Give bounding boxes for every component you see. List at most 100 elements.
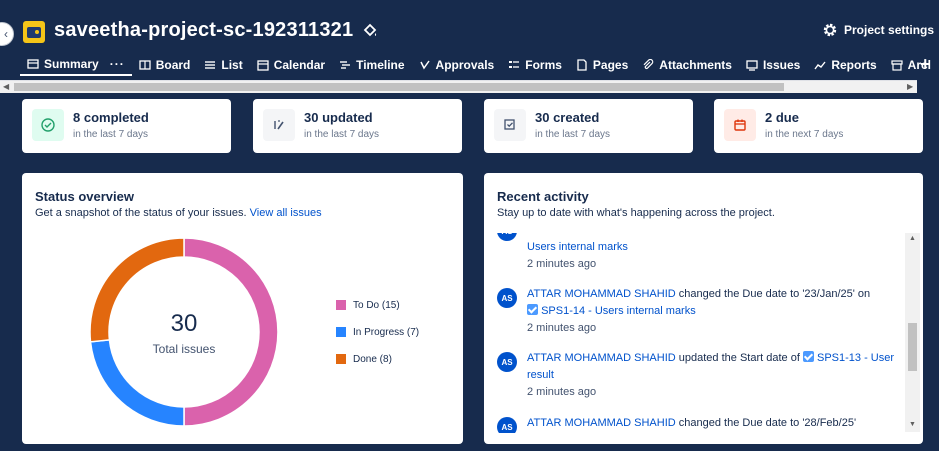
activity-action: changed the Due date to '23/Jan/25' on (678, 288, 871, 300)
scroll-left-arrow-icon[interactable]: ◀ (3, 82, 9, 91)
avatar[interactable]: AS (497, 233, 517, 241)
tab-label: Attachments (659, 58, 732, 72)
tab-approvals[interactable]: Approvals (412, 54, 502, 76)
paint-bucket-icon[interactable] (362, 23, 378, 39)
tab-timeline[interactable]: Timeline (332, 54, 411, 76)
reports-icon (814, 61, 826, 70)
scrollbar-thumb[interactable] (908, 323, 917, 371)
issue-link[interactable]: Users internal marks (527, 239, 897, 256)
total-issues-label: Total issues (152, 342, 216, 356)
scroll-right-arrow-icon[interactable]: ▶ (907, 82, 913, 91)
calendar-icon (724, 109, 756, 141)
board-icon (139, 60, 151, 70)
project-avatar-icon[interactable] (23, 21, 45, 43)
created-stat-card[interactable]: 30 created in the last 7 days (484, 99, 693, 153)
tab-summary[interactable]: Summary ··· (20, 54, 132, 76)
tab-label: List (221, 58, 243, 72)
updated-stat-card[interactable]: 30 updated in the last 7 days (253, 99, 462, 153)
legend-label: Done (8) (353, 353, 392, 365)
scroll-up-arrow-icon[interactable]: ▲ (909, 235, 916, 242)
stat-title: 30 updated (304, 110, 373, 125)
stat-subtitle: in the last 7 days (304, 129, 380, 140)
archive-icon (891, 60, 903, 71)
activity-scrollbar[interactable]: ▲ ▼ (905, 233, 920, 432)
legend-item-in-progress[interactable]: In Progress (7) (336, 326, 419, 338)
activity-action: updated the Start date of (678, 352, 800, 364)
tab-issues[interactable]: Issues (739, 54, 807, 76)
recent-activity-subtitle: Stay up to date with what's happening ac… (497, 207, 775, 219)
status-legend: To Do (15) In Progress (7) Done (8) (336, 299, 419, 380)
completed-stat-card[interactable]: 8 completed in the last 7 days (22, 99, 231, 153)
scroll-down-arrow-icon[interactable]: ▼ (909, 421, 916, 428)
tab-label: Calendar (273, 58, 326, 72)
tab-board[interactable]: Board (132, 54, 198, 76)
project-title[interactable]: saveetha-project-sc-192311321 (54, 19, 353, 42)
legend-label: In Progress (7) (353, 326, 420, 338)
avatar[interactable]: AS (497, 288, 517, 308)
tab-label: Pages (592, 58, 629, 72)
task-checkbox-icon (802, 351, 814, 362)
activity-time: 2 minutes ago (527, 386, 597, 398)
user-link[interactable]: ATTAR MOHAMMAD SHAHID (527, 288, 676, 300)
edit-icon (263, 109, 295, 141)
more-options-icon[interactable]: ··· (110, 57, 125, 71)
stat-title: 8 completed (73, 110, 149, 125)
project-settings-label: Project settings (844, 23, 935, 37)
calendar-icon (257, 60, 269, 71)
status-overview-title: Status overview (35, 189, 134, 204)
avatar[interactable]: AS (497, 352, 517, 372)
legend-swatch (336, 300, 346, 310)
issues-icon (746, 60, 758, 71)
pages-icon (577, 59, 587, 71)
tab-label: Forms (525, 58, 562, 72)
tab-attachments[interactable]: Attachments (635, 54, 739, 76)
activity-time: 2 minutes ago (527, 322, 597, 334)
stat-title: 2 due (765, 110, 799, 125)
stat-title: 30 created (535, 110, 600, 125)
horizontal-scrollbar[interactable]: ◀ ▶ (0, 80, 917, 93)
avatar[interactable]: AS (497, 417, 517, 433)
stat-subtitle: in the last 7 days (73, 129, 149, 140)
timeline-icon (340, 61, 351, 69)
view-all-issues-link[interactable]: View all issues (250, 207, 322, 219)
list-icon (205, 61, 216, 69)
tab-label: Board (155, 58, 191, 72)
tab-label: Reports (831, 58, 877, 72)
legend-item-todo[interactable]: To Do (15) (336, 299, 419, 311)
tab-label: Approvals (435, 58, 495, 72)
tab-reports[interactable]: Reports (807, 54, 883, 76)
user-link[interactable]: ATTAR MOHAMMAD SHAHID (527, 417, 676, 429)
stat-subtitle: in the last 7 days (535, 129, 611, 140)
tab-label: Timeline (356, 58, 405, 72)
project-tabs: Summary ··· Board List Calendar Timeline… (20, 54, 938, 76)
status-subtitle-text: Get a snapshot of the status of your iss… (35, 207, 247, 219)
total-issues-count: 30 (170, 310, 198, 337)
user-link[interactable]: ATTAR MOHAMMAD SHAHID (527, 352, 676, 364)
legend-item-done[interactable]: Done (8) (336, 353, 419, 365)
status-overview-subtitle: Get a snapshot of the status of your iss… (35, 207, 322, 219)
approvals-icon (419, 60, 430, 70)
add-tab-button[interactable]: + (920, 54, 931, 75)
tab-pages[interactable]: Pages (569, 54, 635, 76)
legend-label: To Do (15) (353, 299, 400, 311)
tab-list[interactable]: List (197, 54, 249, 76)
created-icon (494, 109, 526, 141)
forms-icon (509, 61, 520, 68)
activity-action: changed the Due date to '28/Feb/25' (678, 417, 857, 429)
attachments-icon (643, 59, 654, 70)
summary-icon (27, 59, 39, 69)
tab-forms[interactable]: Forms (501, 54, 569, 76)
legend-swatch (336, 327, 346, 337)
recent-activity-panel: Recent activity Stay up to date with wha… (484, 173, 923, 444)
scrollbar-thumb[interactable] (14, 83, 784, 91)
due-stat-card[interactable]: 2 due in the next 7 days (714, 99, 923, 153)
stat-subtitle: in the next 7 days (765, 129, 844, 140)
tab-label: Issues (762, 58, 801, 72)
activity-feed: AS Users internal marks 2 minutes ago AS… (497, 233, 907, 433)
activity-time: 2 minutes ago (527, 258, 597, 270)
recent-activity-title: Recent activity (497, 189, 589, 204)
gear-icon (823, 23, 837, 37)
issue-link[interactable]: SPS1-14 - Users internal marks (541, 305, 696, 317)
project-settings-button[interactable]: Project settings (822, 22, 934, 38)
tab-calendar[interactable]: Calendar (250, 54, 332, 76)
